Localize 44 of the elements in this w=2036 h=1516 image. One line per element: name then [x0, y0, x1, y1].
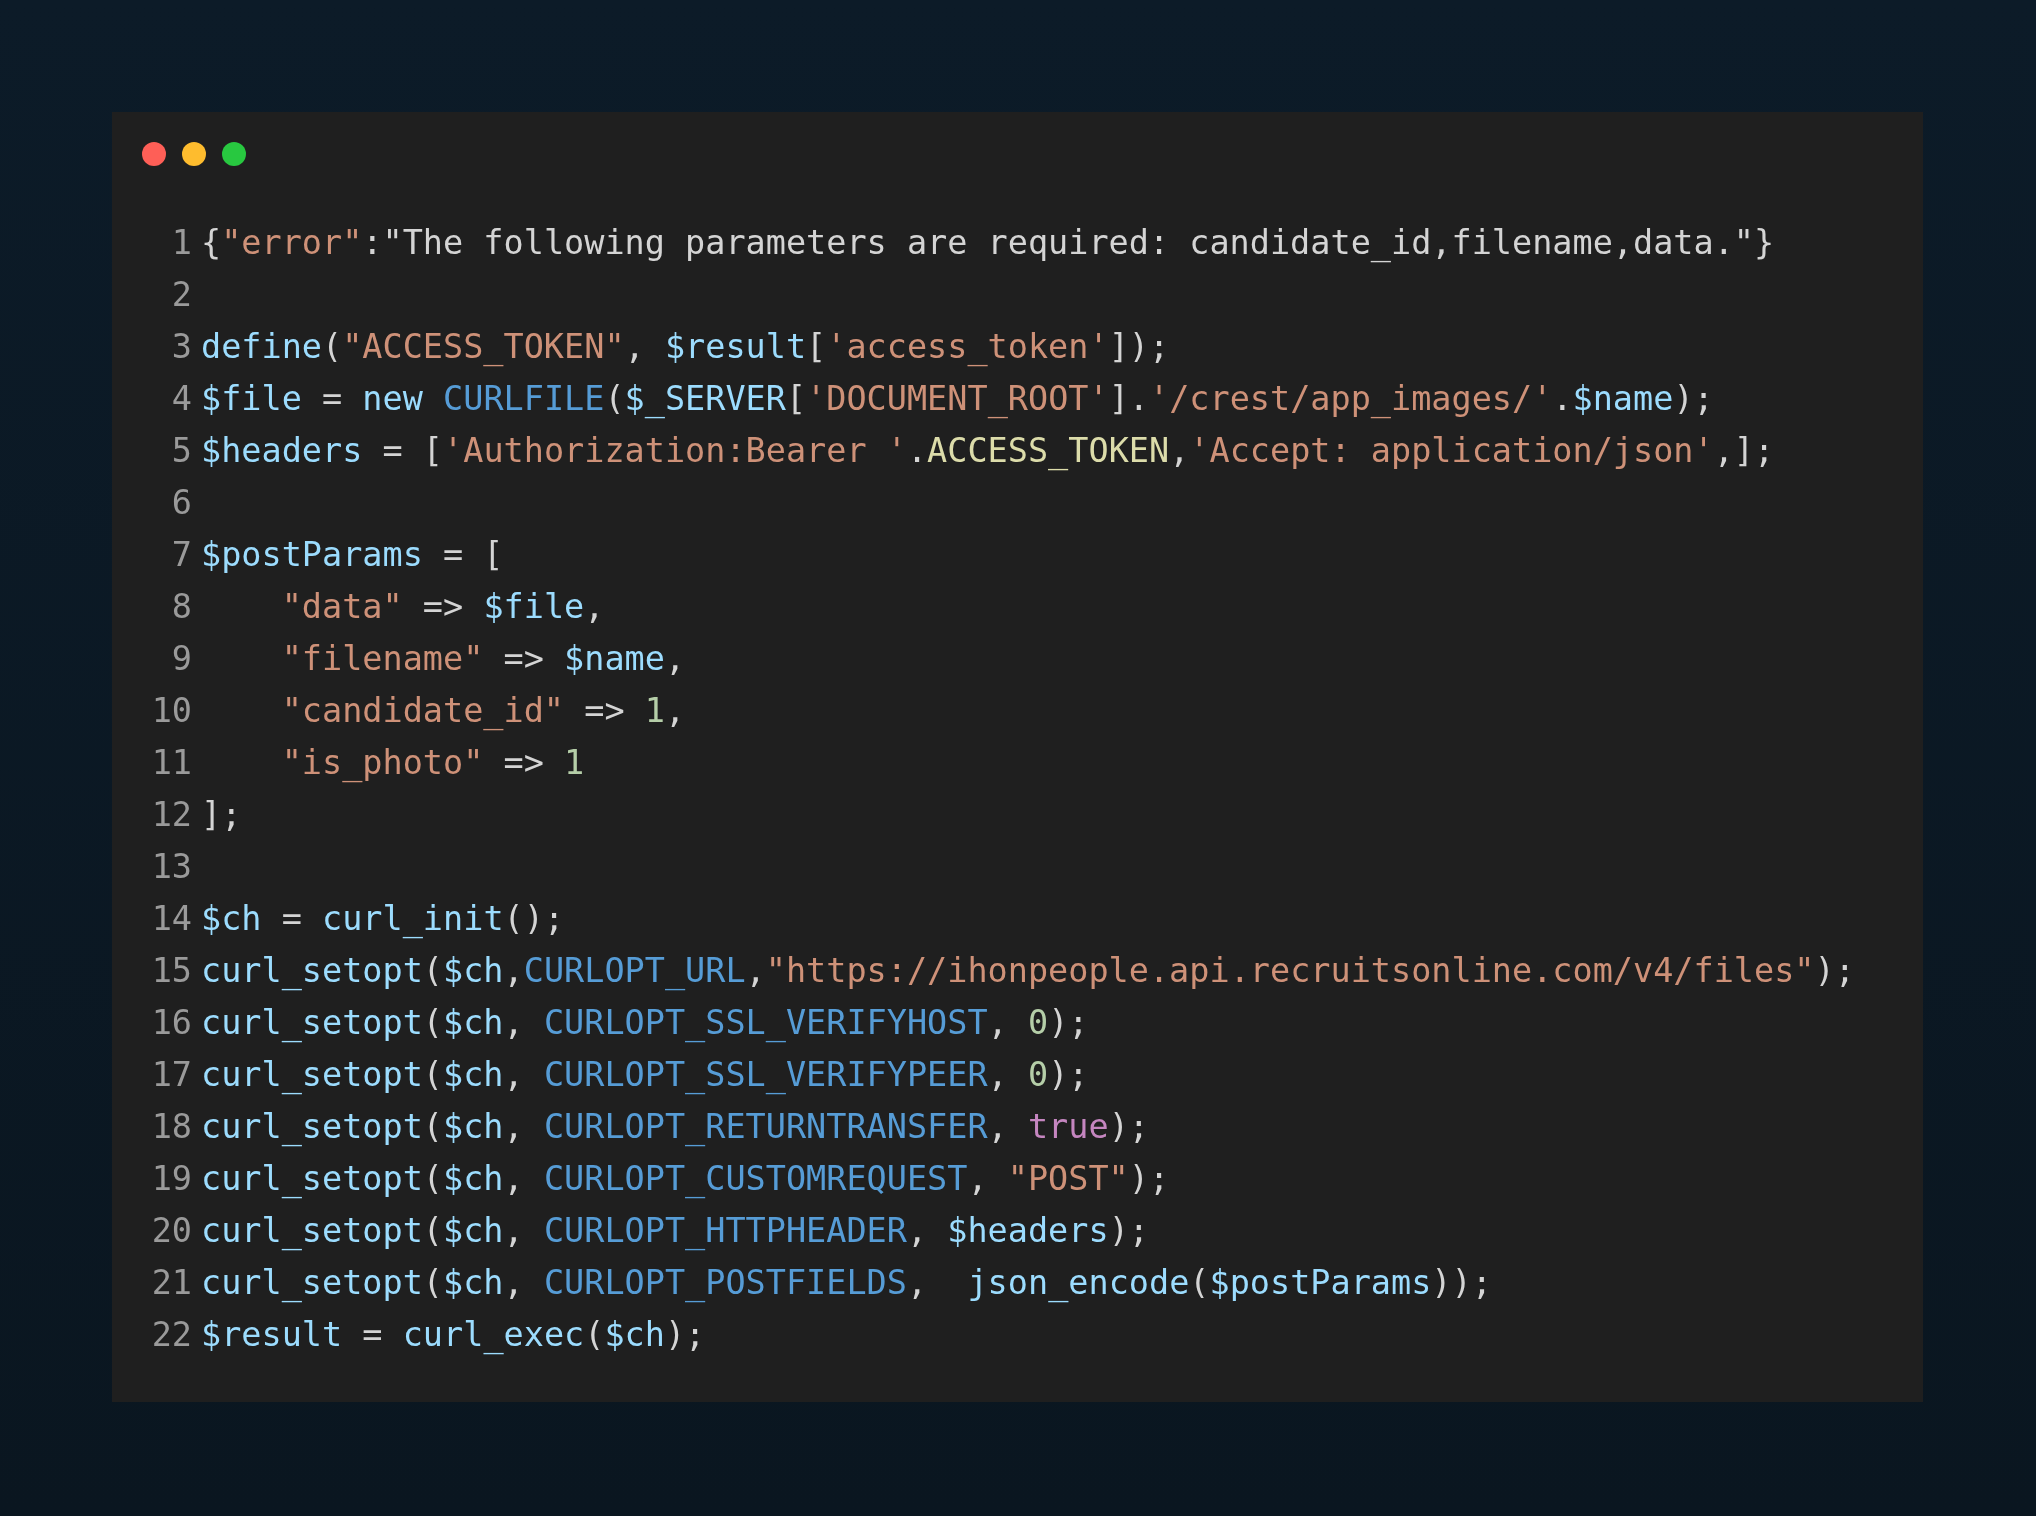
line-number: 2	[170, 274, 192, 316]
code-line: "data" => $file,	[281, 586, 605, 628]
minimize-dot-icon	[182, 142, 206, 166]
code-line: curl_setopt($ch, CURLOPT_RETURNTRANSFER, true);	[201, 1106, 1149, 1149]
line-number: 13	[150, 846, 192, 888]
line-number: 19	[150, 1158, 192, 1200]
line-number: 8	[170, 586, 192, 628]
code-line: "filename" => $name,	[281, 638, 686, 680]
line-number: 22	[150, 1314, 192, 1356]
maximize-dot-icon	[222, 142, 246, 166]
line-number: 6	[170, 482, 192, 524]
code-line: curl_setopt($ch, CURLOPT_SSL_VERIFYHOST, 0);	[201, 1002, 1089, 1045]
code-line: curl_setopt($ch, CURLOPT_CUSTOMREQUEST, "POST");	[201, 1158, 1170, 1201]
code-line: curl_setopt($ch, CURLOPT_SSL_VERIFYPEER, 0);	[201, 1054, 1089, 1097]
code-line: ];	[201, 794, 242, 836]
line-number: 14	[150, 898, 192, 940]
line-number: 3	[170, 326, 192, 368]
line-number: 12	[150, 794, 192, 836]
code-line: $ch = curl_init();	[201, 898, 565, 941]
line-number: 15	[150, 950, 192, 992]
code-line: curl_setopt($ch, CURLOPT_HTTPHEADER, $headers);	[201, 1210, 1149, 1253]
code-line: $postParams = [	[201, 534, 504, 576]
line-number: 18	[150, 1106, 192, 1148]
code-line: curl_setopt($ch, CURLOPT_POSTFIELDS, json_encode($postParams));	[201, 1262, 1492, 1305]
line-number: 21	[150, 1262, 192, 1304]
line-number: 4	[170, 378, 192, 420]
line-number: 17	[150, 1054, 192, 1096]
line-number: 20	[150, 1210, 192, 1252]
line-number: 11	[150, 742, 192, 784]
line-number: 7	[170, 534, 192, 576]
code-line: curl_setopt($ch,CURLOPT_URL,"https://ihonpeople.api.recruitsonline.com/v4/files");	[201, 950, 1855, 993]
line-number: 9	[170, 638, 192, 680]
code-line: define("ACCESS_TOKEN", $result['access_token']);	[201, 326, 1170, 369]
line-number: 5	[170, 430, 192, 472]
code-line: {"error":"The following parameters are required: candidate_id,filename,data."}	[201, 222, 1775, 265]
code-line: $headers = ['Authorization:Bearer '.ACCESS_TOKEN,'Accept: application/json',];	[201, 430, 1775, 473]
line-number: 1	[170, 222, 192, 264]
line-number: 16	[150, 1002, 192, 1044]
code-line: "is_photo" => 1	[281, 742, 585, 785]
code-line: $file = new CURLFILE($_SERVER['DOCUMENT_ROOT'].'/crest/app_images/'.$name);	[201, 378, 1714, 421]
close-dot-icon	[142, 142, 166, 166]
code-line: "candidate_id" => 1,	[281, 690, 686, 733]
line-number: 10	[150, 690, 192, 732]
code-line: $result = curl_exec($ch);	[201, 1314, 706, 1357]
